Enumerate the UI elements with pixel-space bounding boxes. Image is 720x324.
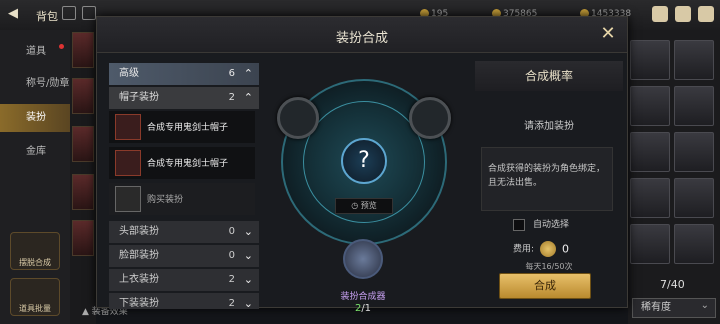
category-head[interactable]: 头部装扮 0 ⌄ bbox=[109, 221, 259, 243]
grid-icon[interactable] bbox=[82, 6, 96, 20]
left-nav: 道具 称号/勋章 装扮 金库 摆脱合成 道具批量 bbox=[0, 30, 70, 324]
chevron-down-icon: ⌄ bbox=[243, 225, 253, 238]
nav-item-avatar[interactable]: 装扮 bbox=[0, 104, 70, 132]
category-bottom[interactable]: 下装装扮 2 ⌄ bbox=[109, 293, 259, 309]
inventory-slot[interactable] bbox=[674, 40, 714, 80]
inventory-slot[interactable] bbox=[630, 86, 670, 126]
inventory-slot[interactable] bbox=[630, 132, 670, 172]
char-thumb[interactable] bbox=[72, 174, 94, 210]
category-face[interactable]: 脸部装扮 0 ⌄ bbox=[109, 245, 259, 267]
nav-item-items[interactable]: 道具 bbox=[0, 38, 70, 66]
avatar-list: 高级 6 ⌃ 帽子装扮 2 ⌃ 合成专用鬼剑士帽子 合成专用鬼剑士帽子 购买装扮… bbox=[109, 63, 259, 309]
inventory-slot[interactable] bbox=[674, 132, 714, 172]
hat-item-icon bbox=[115, 114, 141, 140]
chevron-down-icon: ⌄ bbox=[243, 297, 253, 309]
inventory-slot[interactable] bbox=[630, 40, 670, 80]
category-top[interactable]: 上衣装扮 2 ⌄ bbox=[109, 269, 259, 291]
chat-icon[interactable] bbox=[675, 6, 691, 22]
chevron-down-icon: ⌄ bbox=[243, 273, 253, 286]
menu-icon[interactable] bbox=[62, 6, 76, 20]
result-slot[interactable]: ? bbox=[341, 138, 387, 184]
char-thumb[interactable] bbox=[72, 78, 94, 114]
fee-row: 费用: 0 bbox=[513, 241, 570, 257]
synthesize-button[interactable]: 合成 bbox=[499, 273, 591, 299]
shop-bag-icon bbox=[115, 186, 141, 212]
inventory-count: 7/40 bbox=[660, 278, 685, 291]
dialog-header: 装扮合成 ✕ bbox=[97, 17, 627, 53]
char-thumb[interactable] bbox=[72, 32, 94, 68]
hat-category-header[interactable]: 帽子装扮 2 ⌃ bbox=[109, 87, 259, 109]
add-avatar-prompt: 请添加装扮 bbox=[524, 121, 574, 132]
material-slot-right[interactable] bbox=[409, 97, 451, 139]
checkbox[interactable] bbox=[513, 218, 525, 231]
inventory-slot[interactable] bbox=[674, 86, 714, 126]
char-thumb[interactable] bbox=[72, 220, 94, 256]
grade-header[interactable]: 高级 6 ⌃ bbox=[109, 63, 259, 85]
binding-note: 合成获得的装扮为角色绑定，且无法出售。 bbox=[481, 147, 613, 211]
back-label[interactable]: 背包 bbox=[36, 8, 58, 24]
synthesizer-label: 装扮合成器 bbox=[340, 292, 386, 302]
list-item[interactable]: 合成专用鬼剑士帽子 bbox=[109, 147, 255, 179]
shop-icon[interactable] bbox=[652, 6, 668, 22]
list-item[interactable]: 合成专用鬼剑士帽子 bbox=[109, 111, 255, 143]
close-icon[interactable]: ✕ bbox=[597, 23, 619, 45]
inventory-slot[interactable] bbox=[630, 224, 670, 264]
settings-icon[interactable] bbox=[698, 6, 714, 22]
synthesis-circle: ? ◷ 预览 装扮合成器 2/1 bbox=[263, 61, 463, 314]
character-column bbox=[70, 30, 96, 324]
avatar-synthesis-dialog: 装扮合成 ✕ 高级 6 ⌃ 帽子装扮 2 ⌃ 合成专用鬼剑士帽子 合成专用鬼剑士… bbox=[96, 16, 628, 314]
probability-title: 合成概率 bbox=[475, 61, 623, 91]
lock-icon: ◷ bbox=[351, 201, 361, 210]
material-slot-left[interactable] bbox=[277, 97, 319, 139]
auto-select-toggle[interactable]: 自动选择 bbox=[513, 217, 569, 231]
hat-item-icon bbox=[115, 150, 141, 176]
synthesizer-count: 2/1 bbox=[354, 303, 372, 314]
sort-dropdown[interactable]: 稀有度 bbox=[632, 297, 716, 318]
inventory-slot[interactable] bbox=[674, 224, 714, 264]
back-arrow-icon[interactable]: ◀ bbox=[8, 6, 18, 21]
probability-panel: 合成概率 请添加装扮 合成获得的装扮为角色绑定，且无法出售。 自动选择 费用: 0… bbox=[475, 61, 623, 309]
daily-limit: 每天16/50次 bbox=[525, 262, 573, 271]
chevron-down-icon: ⌄ bbox=[243, 249, 253, 262]
preview-button[interactable]: ◷ 预览 bbox=[335, 198, 393, 214]
nav-item-titles[interactable]: 称号/勋章 bbox=[0, 70, 70, 98]
chevron-up-icon: ⌃ bbox=[243, 67, 253, 80]
chevron-up-icon: ⌃ bbox=[243, 91, 253, 104]
char-thumb[interactable] bbox=[72, 126, 94, 162]
buy-avatar-row[interactable]: 购买装扮 bbox=[109, 183, 255, 215]
synthesizer-icon[interactable] bbox=[343, 239, 383, 279]
inventory-slot[interactable] bbox=[674, 178, 714, 218]
coin-icon bbox=[540, 241, 557, 257]
dialog-title: 装扮合成 bbox=[335, 31, 388, 46]
avatar-synth-shortcut[interactable]: 摆脱合成 bbox=[10, 232, 60, 270]
nav-item-vault[interactable]: 金库 bbox=[0, 138, 70, 166]
inventory-slot[interactable] bbox=[630, 178, 670, 218]
batch-items-shortcut[interactable]: 道具批量 bbox=[10, 278, 60, 316]
